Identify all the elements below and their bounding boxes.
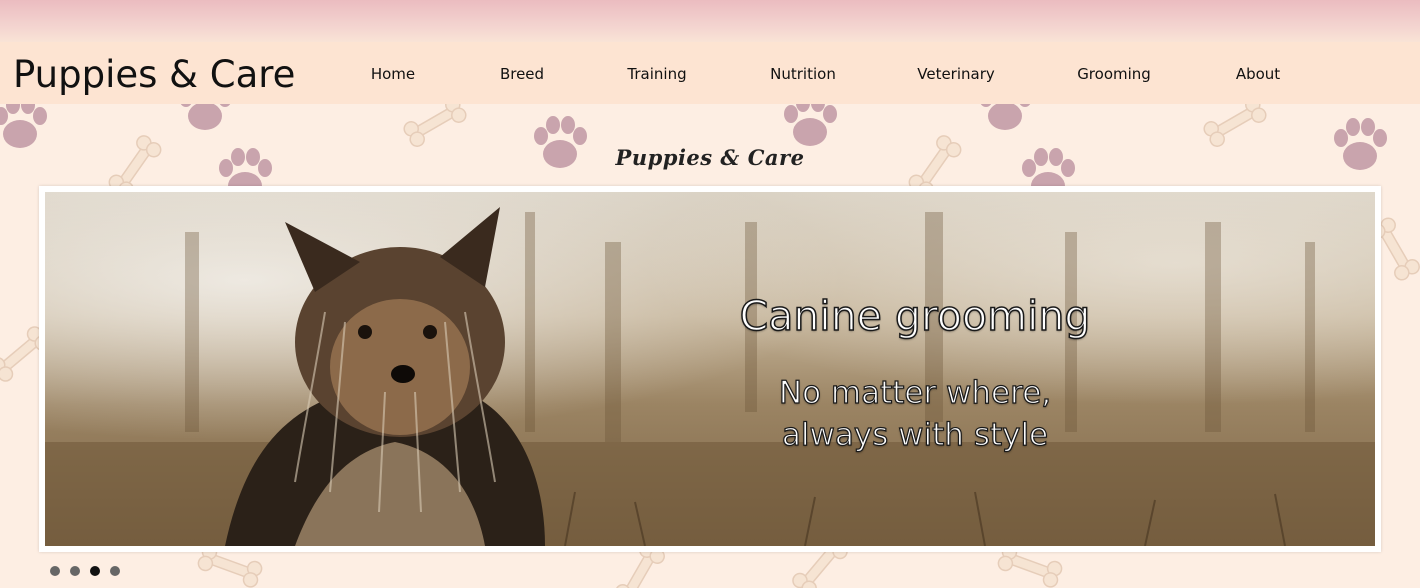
paw-print-icon xyxy=(979,104,1032,130)
nav-item-training[interactable]: Training xyxy=(627,65,686,83)
top-band xyxy=(0,0,1420,42)
site-header: Puppies & Care Home Breed Training Nutri… xyxy=(0,42,1420,104)
paw-print-icon xyxy=(179,104,232,130)
nav-item-veterinary[interactable]: Veterinary xyxy=(917,65,995,83)
nav-item-breed[interactable]: Breed xyxy=(500,65,544,83)
nav-item-about[interactable]: About xyxy=(1236,65,1280,83)
slide-subtitle-line-1: No matter where, xyxy=(778,374,1052,411)
nav-item-home[interactable]: Home xyxy=(371,65,415,83)
script-title: Puppies & Care xyxy=(615,145,805,170)
slider-dot-2[interactable] xyxy=(70,566,80,576)
slider-dot-4[interactable] xyxy=(110,566,120,576)
paw-print-icon xyxy=(0,104,47,148)
image-slider[interactable]: Canine grooming No matter where, always … xyxy=(39,186,1381,552)
slide-subtitle: No matter where, always with style xyxy=(605,372,1225,456)
main-nav: Home Breed Training Nutrition Veterinary… xyxy=(0,42,1420,104)
paw-print-icon xyxy=(784,104,837,146)
slide-image: Canine grooming No matter where, always … xyxy=(45,192,1375,546)
slide-heading: Canine grooming xyxy=(739,291,1091,341)
slide-subtitle-line-2: always with style xyxy=(781,416,1049,453)
bone-icon xyxy=(1200,104,1270,150)
nav-item-nutrition[interactable]: Nutrition xyxy=(770,65,836,83)
slider-dot-1[interactable] xyxy=(50,566,60,576)
nav-item-grooming[interactable]: Grooming xyxy=(1077,65,1151,83)
dog-photo xyxy=(45,192,1375,546)
bone-icon xyxy=(400,104,470,150)
slider-dot-3[interactable] xyxy=(90,566,100,576)
